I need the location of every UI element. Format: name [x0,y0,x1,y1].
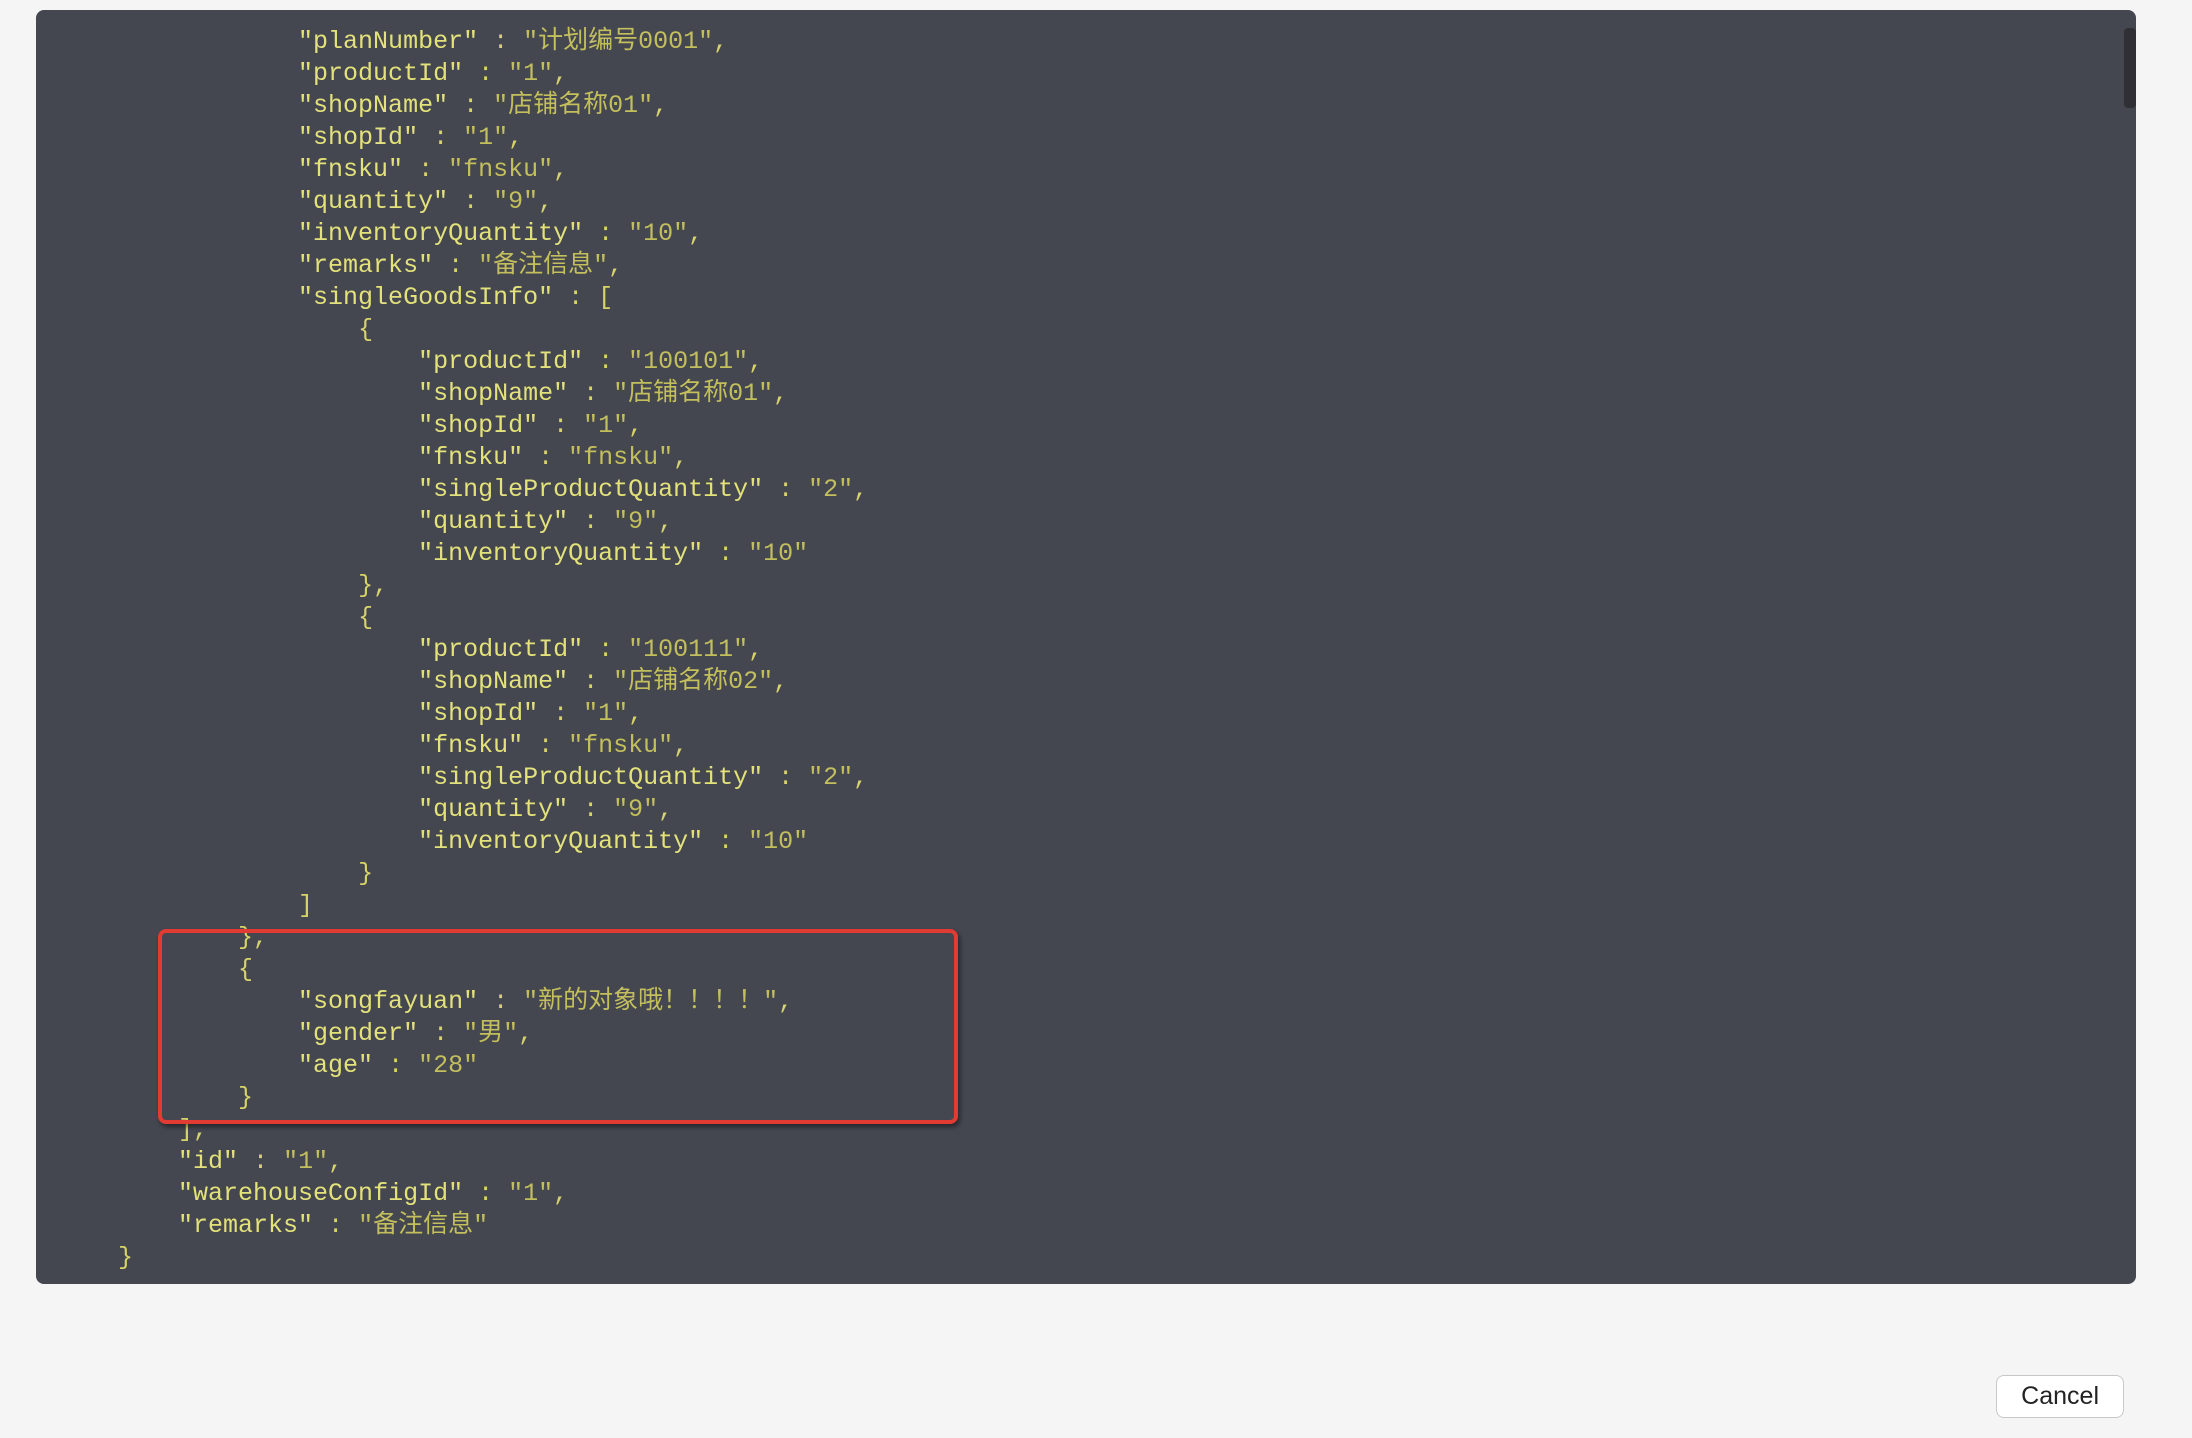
code-line: "singleGoodsInfo" : [ [58,282,2114,314]
code-line: "gender" : "男", [58,1018,2114,1050]
code-line: "shopName" : "店铺名称01", [58,90,2114,122]
code-line: "age" : "28" [58,1050,2114,1082]
code-line: "shopId" : "1", [58,122,2114,154]
code-line: "id" : "1", [58,1146,2114,1178]
code-line: "productId" : "1", [58,58,2114,90]
code-line: { [58,954,2114,986]
code-line: { [58,314,2114,346]
code-content: "planNumber" : "计划编号0001", "productId" :… [58,26,2114,1274]
code-line: "singleProductQuantity" : "2", [58,474,2114,506]
code-line: { [58,602,2114,634]
code-editor-panel: "planNumber" : "计划编号0001", "productId" :… [36,10,2136,1284]
code-line: "quantity" : "9", [58,186,2114,218]
code-line: }, [58,570,2114,602]
code-line: "remarks" : "备注信息" [58,1210,2114,1242]
code-line: "remarks" : "备注信息", [58,250,2114,282]
code-line: ], [58,1114,2114,1146]
code-line: } [58,858,2114,890]
code-line: "shopName" : "店铺名称02", [58,666,2114,698]
code-line: "songfayuan" : "新的对象哦！！！！", [58,986,2114,1018]
code-line: "shopId" : "1", [58,410,2114,442]
code-line: "fnsku" : "fnsku", [58,442,2114,474]
dialog-footer: Cancel [0,1375,2172,1418]
code-line: "inventoryQuantity" : "10", [58,218,2114,250]
code-line: "inventoryQuantity" : "10" [58,826,2114,858]
code-line: "inventoryQuantity" : "10" [58,538,2114,570]
code-line: "quantity" : "9", [58,794,2114,826]
code-line: "singleProductQuantity" : "2", [58,762,2114,794]
code-line: } [58,1082,2114,1114]
code-line: "fnsku" : "fnsku", [58,154,2114,186]
code-line: ] [58,890,2114,922]
scrollbar[interactable] [2124,28,2136,108]
code-line: "quantity" : "9", [58,506,2114,538]
code-line: }, [58,922,2114,954]
code-line: "productId" : "100101", [58,346,2114,378]
code-line: "shopId" : "1", [58,698,2114,730]
code-line: "productId" : "100111", [58,634,2114,666]
code-line: "fnsku" : "fnsku", [58,730,2114,762]
cancel-button[interactable]: Cancel [1996,1375,2124,1418]
code-line: "shopName" : "店铺名称01", [58,378,2114,410]
code-line: "planNumber" : "计划编号0001", [58,26,2114,58]
code-line: "warehouseConfigId" : "1", [58,1178,2114,1210]
code-line: } [58,1242,2114,1274]
